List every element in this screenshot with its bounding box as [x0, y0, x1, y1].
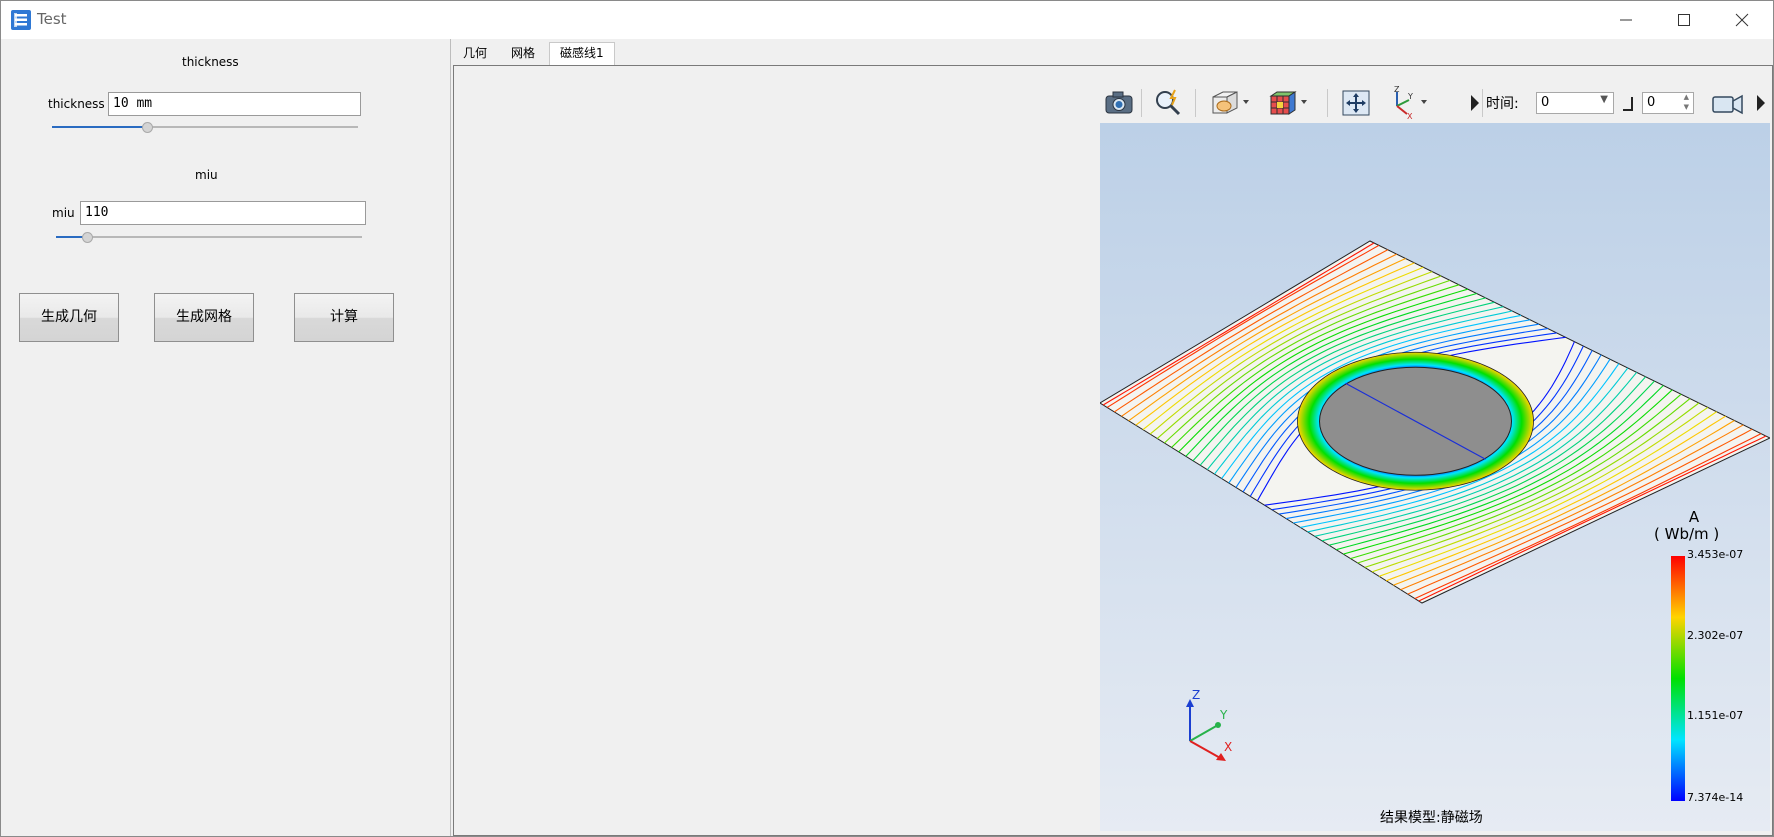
minimize-icon[interactable]: [1598, 1, 1654, 39]
step-spinbox-value: 0: [1647, 95, 1656, 110]
app-window: Test thickness thickness 10 mm miu miu 1…: [0, 0, 1774, 837]
svg-text:Y: Y: [1407, 92, 1413, 101]
svg-text:X: X: [1407, 112, 1413, 120]
thickness-input[interactable]: 10 mm: [108, 92, 361, 116]
camera-icon[interactable]: [1103, 89, 1135, 117]
axis-y-label: Y: [1219, 708, 1228, 722]
parameter-panel: thickness thickness 10 mm miu miu 110 生成…: [2, 39, 451, 836]
result-model-label: 结果模型:静磁场: [1380, 810, 1483, 826]
miu-input[interactable]: 110: [80, 201, 366, 225]
miu-section-title: miu: [195, 168, 218, 182]
legend-tick-1: 1.151e-07: [1687, 709, 1744, 722]
zoom-fit-icon[interactable]: [1153, 88, 1185, 118]
thickness-section-title: thickness: [182, 55, 239, 69]
chevron-down-icon: ▼: [1600, 94, 1608, 105]
pan-icon[interactable]: [1341, 89, 1371, 117]
tab-bar: 几何 网格 磁感线1: [452, 39, 1773, 65]
generate-mesh-button[interactable]: 生成网格: [154, 293, 254, 342]
legend-max-value: 3.453e-07: [1687, 548, 1744, 561]
display-mode-icon[interactable]: [1267, 89, 1313, 117]
window-title: Test: [37, 10, 67, 28]
time-select[interactable]: 0 ▼: [1536, 92, 1614, 114]
legend-color-bar: [1671, 556, 1685, 801]
generate-geometry-button[interactable]: 生成几何: [19, 293, 119, 342]
step-spinbox[interactable]: 0 ▲ ▼: [1642, 92, 1694, 114]
time-select-value: 0: [1541, 95, 1550, 110]
video-record-icon[interactable]: [1711, 91, 1745, 117]
axes-orientation-icon[interactable]: Z Y X: [1385, 86, 1435, 120]
3d-viewport[interactable]: Z Y X: [1100, 123, 1770, 831]
miu-slider[interactable]: [56, 231, 362, 243]
tab-mesh[interactable]: 网格: [501, 43, 545, 65]
legend-quantity: A: [1688, 508, 1700, 526]
more-tools-icon[interactable]: [1755, 93, 1767, 113]
app-icon: [11, 10, 31, 30]
spin-up-icon: ▲: [1683, 93, 1689, 101]
tab-geometry[interactable]: 几何: [453, 43, 497, 65]
spin-down-icon: ▼: [1683, 103, 1689, 111]
legend-tick-2: 2.302e-07: [1687, 629, 1744, 642]
step-forward-icon[interactable]: [1621, 96, 1635, 112]
time-label: 时间:: [1486, 96, 1519, 112]
step-back-icon[interactable]: [1469, 93, 1481, 113]
close-icon[interactable]: [1714, 1, 1770, 39]
compute-button[interactable]: 计算: [294, 293, 394, 342]
axis-z-label: Z: [1192, 688, 1200, 702]
title-bar: Test: [1, 1, 1773, 39]
maximize-icon[interactable]: [1656, 1, 1712, 39]
tab-magnetic-flux-lines[interactable]: 磁感线1: [549, 42, 615, 65]
legend-unit: ( Wb/m ): [1654, 525, 1720, 543]
thickness-slider[interactable]: [52, 121, 358, 133]
section-view-icon[interactable]: [1209, 89, 1253, 117]
thickness-label: thickness: [48, 97, 105, 111]
axis-x-label: X: [1224, 740, 1232, 754]
svg-text:Z: Z: [1394, 86, 1400, 94]
legend-min-value: 7.374e-14: [1687, 791, 1744, 804]
miu-label: miu: [52, 206, 75, 220]
